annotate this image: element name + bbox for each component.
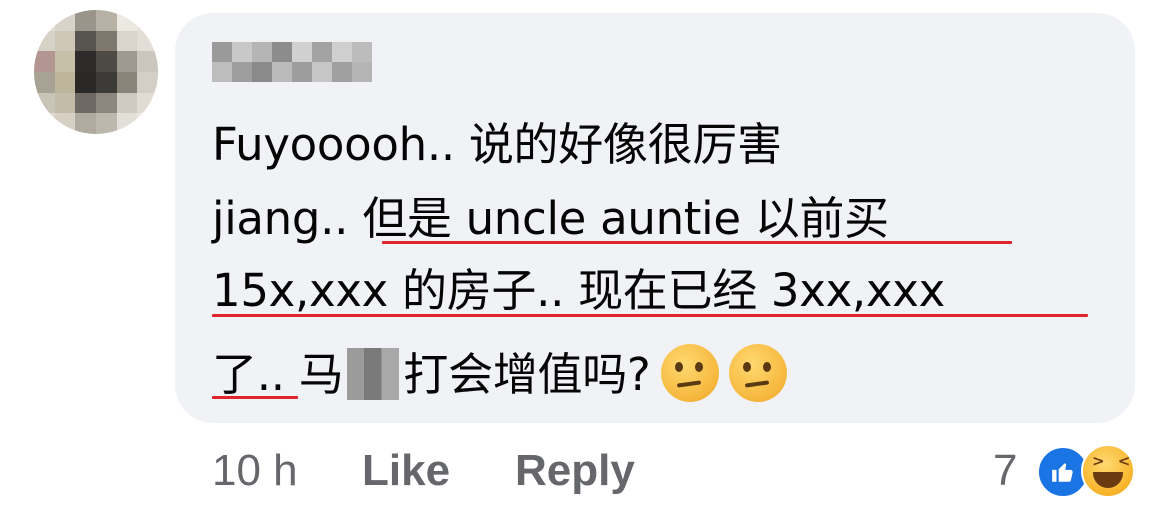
thinking-face-emoji <box>660 344 719 402</box>
red-underline <box>382 241 1012 244</box>
haha-icon <box>1081 444 1135 498</box>
highlighted-text: 了 <box>212 348 257 401</box>
comment-text: jiang.. <box>212 192 363 245</box>
comment-line-4: 了.. 马 打会增值吗? <box>212 344 787 402</box>
comment-line-3: 15x,xxx 的房子.. 现在已经 3xx,xxx <box>212 268 945 313</box>
thinking-face-emoji <box>728 344 787 402</box>
highlighted-text: 但是 uncle auntie 以前买 <box>362 192 889 245</box>
author-name-redacted[interactable] <box>212 42 372 82</box>
comment-text: 打会增值吗? <box>403 348 651 401</box>
red-underline <box>212 396 298 399</box>
comment-line-2: jiang.. 但是 uncle auntie 以前买 <box>212 196 889 241</box>
like-button[interactable]: Like <box>362 446 450 496</box>
reaction-count[interactable]: 7 <box>993 446 1017 496</box>
comment-line-1: Fuyooooh.. 说的好像很厉害 <box>212 122 782 167</box>
thumbs-up-icon <box>1052 463 1073 482</box>
comment-text: .. 马 <box>256 348 344 401</box>
reply-button[interactable]: Reply <box>515 446 635 496</box>
comment-text: Fuyooooh.. 说的好像很厉害 <box>212 118 782 171</box>
red-underline <box>212 314 1088 317</box>
redacted-character <box>347 348 400 400</box>
avatar[interactable] <box>34 10 158 134</box>
highlighted-text: 15x,xxx 的房子.. 现在已经 3xx,xxx <box>212 264 945 317</box>
timestamp[interactable]: 10 h <box>212 446 298 496</box>
